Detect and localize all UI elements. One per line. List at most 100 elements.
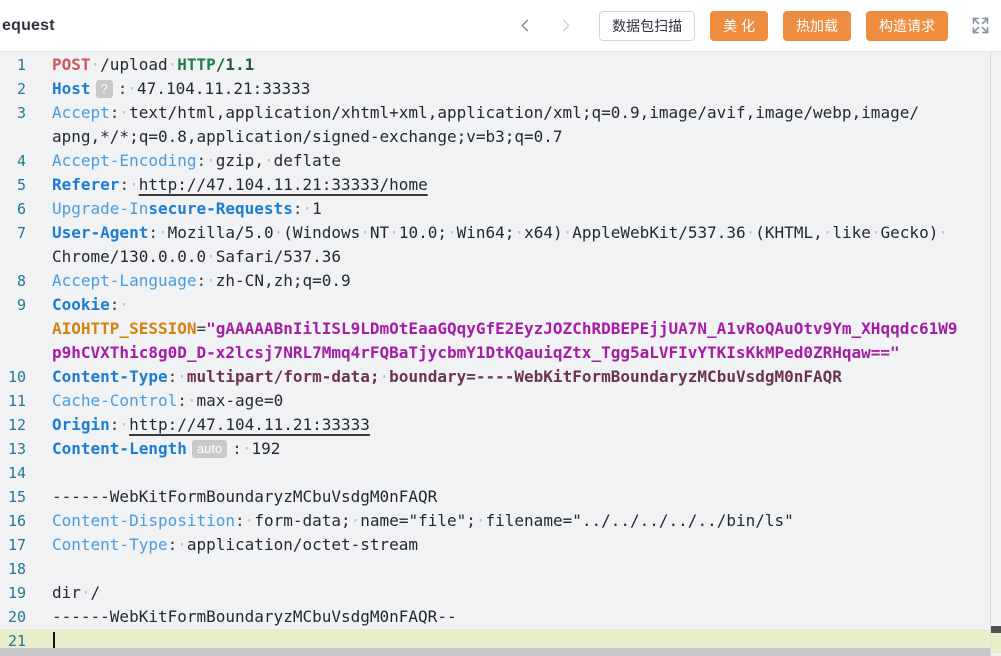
editor-rows: 1POST·/upload·HTTP/1.12Host?:·47.104.11.… — [0, 53, 1001, 653]
whitespace-dot: · — [129, 175, 139, 194]
editor-line[interactable]: 6Upgrade-Insecure-Requests:·1 — [0, 197, 1001, 221]
packet-scan-button[interactable]: 数据包扫描 — [599, 11, 695, 41]
whitespace-dot: · — [514, 223, 524, 242]
whitespace-dot: · — [206, 151, 216, 170]
whitespace-dot: · — [206, 271, 216, 290]
line-number: 13 — [0, 437, 26, 461]
editor-line[interactable]: apng,*/*;q=0.8,application/signed-exchan… — [0, 125, 1001, 149]
history-nav — [517, 18, 573, 34]
url-link[interactable]: http://47.104.11.21:33333/home — [139, 175, 428, 194]
editor-line[interactable]: 8Accept-Language:·zh-CN,zh;q=0.9 — [0, 269, 1001, 293]
editor-line[interactable]: 1POST·/upload·HTTP/1.1 — [0, 53, 1001, 77]
editor-line[interactable]: p9hCVXThic8g0D_D-x2lcsj7NRL7Mmq4rFQBaTjy… — [0, 341, 1001, 365]
editor-line[interactable]: 17Content-Type:·application/octet-stream — [0, 533, 1001, 557]
whitespace-dot: · — [823, 223, 833, 242]
whitespace-dot: · — [389, 223, 399, 242]
whitespace-dot: · — [177, 367, 187, 386]
line-number: 18 — [0, 557, 26, 581]
editor-line[interactable]: 13Content-Lengthauto:·192 — [0, 437, 1001, 461]
forward-arrow-icon[interactable] — [557, 18, 573, 34]
line-content: Origin:·http://47.104.11.21:33333 — [26, 413, 370, 437]
whitespace-dot: · — [119, 103, 129, 122]
line-content: dir·/ — [26, 581, 100, 605]
line-number: 2 — [0, 77, 26, 101]
editor-line[interactable]: AIOHTTP_SESSION="gAAAAABnIilISL9LDmOtEaa… — [0, 317, 1001, 341]
line-content — [26, 557, 52, 581]
editor-line[interactable]: 19dir·/ — [0, 581, 1001, 605]
line-number: 1 — [0, 53, 26, 77]
editor-line[interactable]: 12Origin:·http://47.104.11.21:33333 — [0, 413, 1001, 437]
line-content — [26, 461, 52, 485]
build-request-button[interactable]: 构造请求 — [866, 11, 948, 41]
whitespace-dot: · — [81, 583, 91, 602]
line-content: Content-Disposition:·form-data;·name="fi… — [26, 509, 794, 533]
topbar: equest 数据包扫描 美 化 热加载 构造请求 — [0, 0, 1001, 52]
line-number: 10 — [0, 365, 26, 389]
line-content: Host?:·47.104.11.21:33333 — [26, 77, 310, 101]
overview-cursor-marker — [991, 626, 1001, 633]
http-request-editor[interactable]: 1POST·/upload·HTTP/1.12Host?:·47.104.11.… — [0, 52, 1001, 656]
line-content: Accept-Encoding:·gzip,·deflate — [26, 149, 341, 173]
whitespace-dot: · — [746, 223, 756, 242]
editor-line[interactable]: 14 — [0, 461, 1001, 485]
line-number — [0, 341, 26, 365]
line-number: 5 — [0, 173, 26, 197]
editor-line[interactable]: 5Referer:·http://47.104.11.21:33333/home — [0, 173, 1001, 197]
editor-line[interactable]: 10Content-Type:·multipart/form-data;·bou… — [0, 365, 1001, 389]
editor-line[interactable]: 18 — [0, 557, 1001, 581]
line-content: Accept-Language:·zh-CN,zh;q=0.9 — [26, 269, 351, 293]
editor-line[interactable]: 7User-Agent:·Mozilla/5.0·(Windows·NT·10.… — [0, 221, 1001, 245]
whitespace-dot: · — [91, 55, 101, 74]
line-content: Referer:·http://47.104.11.21:33333/home — [26, 173, 428, 197]
editor-line[interactable]: Chrome/130.0.0.0·Safari/537.36 — [0, 245, 1001, 269]
whitespace-dot: · — [119, 415, 129, 434]
line-number: 11 — [0, 389, 26, 413]
editor-line[interactable]: 9Cookie:· — [0, 293, 1001, 317]
editor-line[interactable]: 4Accept-Encoding:·gzip,·deflate — [0, 149, 1001, 173]
editor-line[interactable]: 15------WebKitFormBoundaryzMCbuVsdgM0nFA… — [0, 485, 1001, 509]
editor-line[interactable]: 16Content-Disposition:·form-data;·name="… — [0, 509, 1001, 533]
line-number: 16 — [0, 509, 26, 533]
whitespace-dot: · — [380, 367, 390, 386]
line-number: 6 — [0, 197, 26, 221]
line-content: Content-Lengthauto:·192 — [26, 437, 280, 461]
fullscreen-expand-icon[interactable] — [970, 16, 990, 36]
line-number: 17 — [0, 533, 26, 557]
whitespace-dot: · — [938, 223, 948, 242]
action-buttons: 数据包扫描 美 化 热加载 构造请求 — [599, 11, 948, 41]
whitespace-dot: · — [360, 223, 370, 242]
line-content: Cache-Control:·max-age=0 — [26, 389, 283, 413]
auto-content-length-badge[interactable]: auto — [192, 440, 227, 458]
line-number: 12 — [0, 413, 26, 437]
panel-title: equest — [2, 17, 55, 35]
line-number: 8 — [0, 269, 26, 293]
editor-line[interactable]: 2Host?:·47.104.11.21:33333 — [0, 77, 1001, 101]
whitespace-dot: · — [119, 295, 129, 314]
line-content: Upgrade-Insecure-Requests:·1 — [26, 197, 322, 221]
hot-reload-button[interactable]: 热加载 — [783, 11, 851, 41]
whitespace-dot: · — [871, 223, 881, 242]
line-content: POST·/upload·HTTP/1.1 — [26, 53, 254, 77]
whitespace-dot: · — [127, 79, 137, 98]
url-link[interactable]: http://47.104.11.21:33333 — [129, 415, 370, 434]
line-content: Cookie:· — [26, 293, 129, 317]
whitespace-dot: · — [168, 55, 178, 74]
whitespace-dot: · — [177, 535, 187, 554]
editor-line[interactable]: 20------WebKitFormBoundaryzMCbuVsdgM0nFA… — [0, 605, 1001, 629]
line-number: 20 — [0, 605, 26, 629]
editor-line[interactable]: 3Accept:·text/html,application/xhtml+xml… — [0, 101, 1001, 125]
line-number: 4 — [0, 149, 26, 173]
host-hint-badge[interactable]: ? — [96, 80, 113, 98]
whitespace-dot: · — [351, 511, 361, 530]
back-arrow-icon[interactable] — [517, 18, 533, 34]
line-content: AIOHTTP_SESSION="gAAAAABnIilISL9LDmOtEaa… — [26, 317, 958, 341]
line-content: ------WebKitFormBoundaryzMCbuVsdgM0nFAQR… — [26, 605, 457, 629]
whitespace-dot: · — [274, 223, 284, 242]
editor-line[interactable]: 11Cache-Control:·max-age=0 — [0, 389, 1001, 413]
line-content: p9hCVXThic8g0D_D-x2lcsj7NRL7Mmq4rFQBaTjy… — [26, 341, 900, 365]
beautify-button[interactable]: 美 化 — [710, 11, 768, 41]
line-number: 7 — [0, 221, 26, 245]
line-content: apng,*/*;q=0.8,application/signed-exchan… — [26, 125, 563, 149]
line-content: Chrome/130.0.0.0·Safari/537.36 — [26, 245, 341, 269]
line-number — [0, 317, 26, 341]
